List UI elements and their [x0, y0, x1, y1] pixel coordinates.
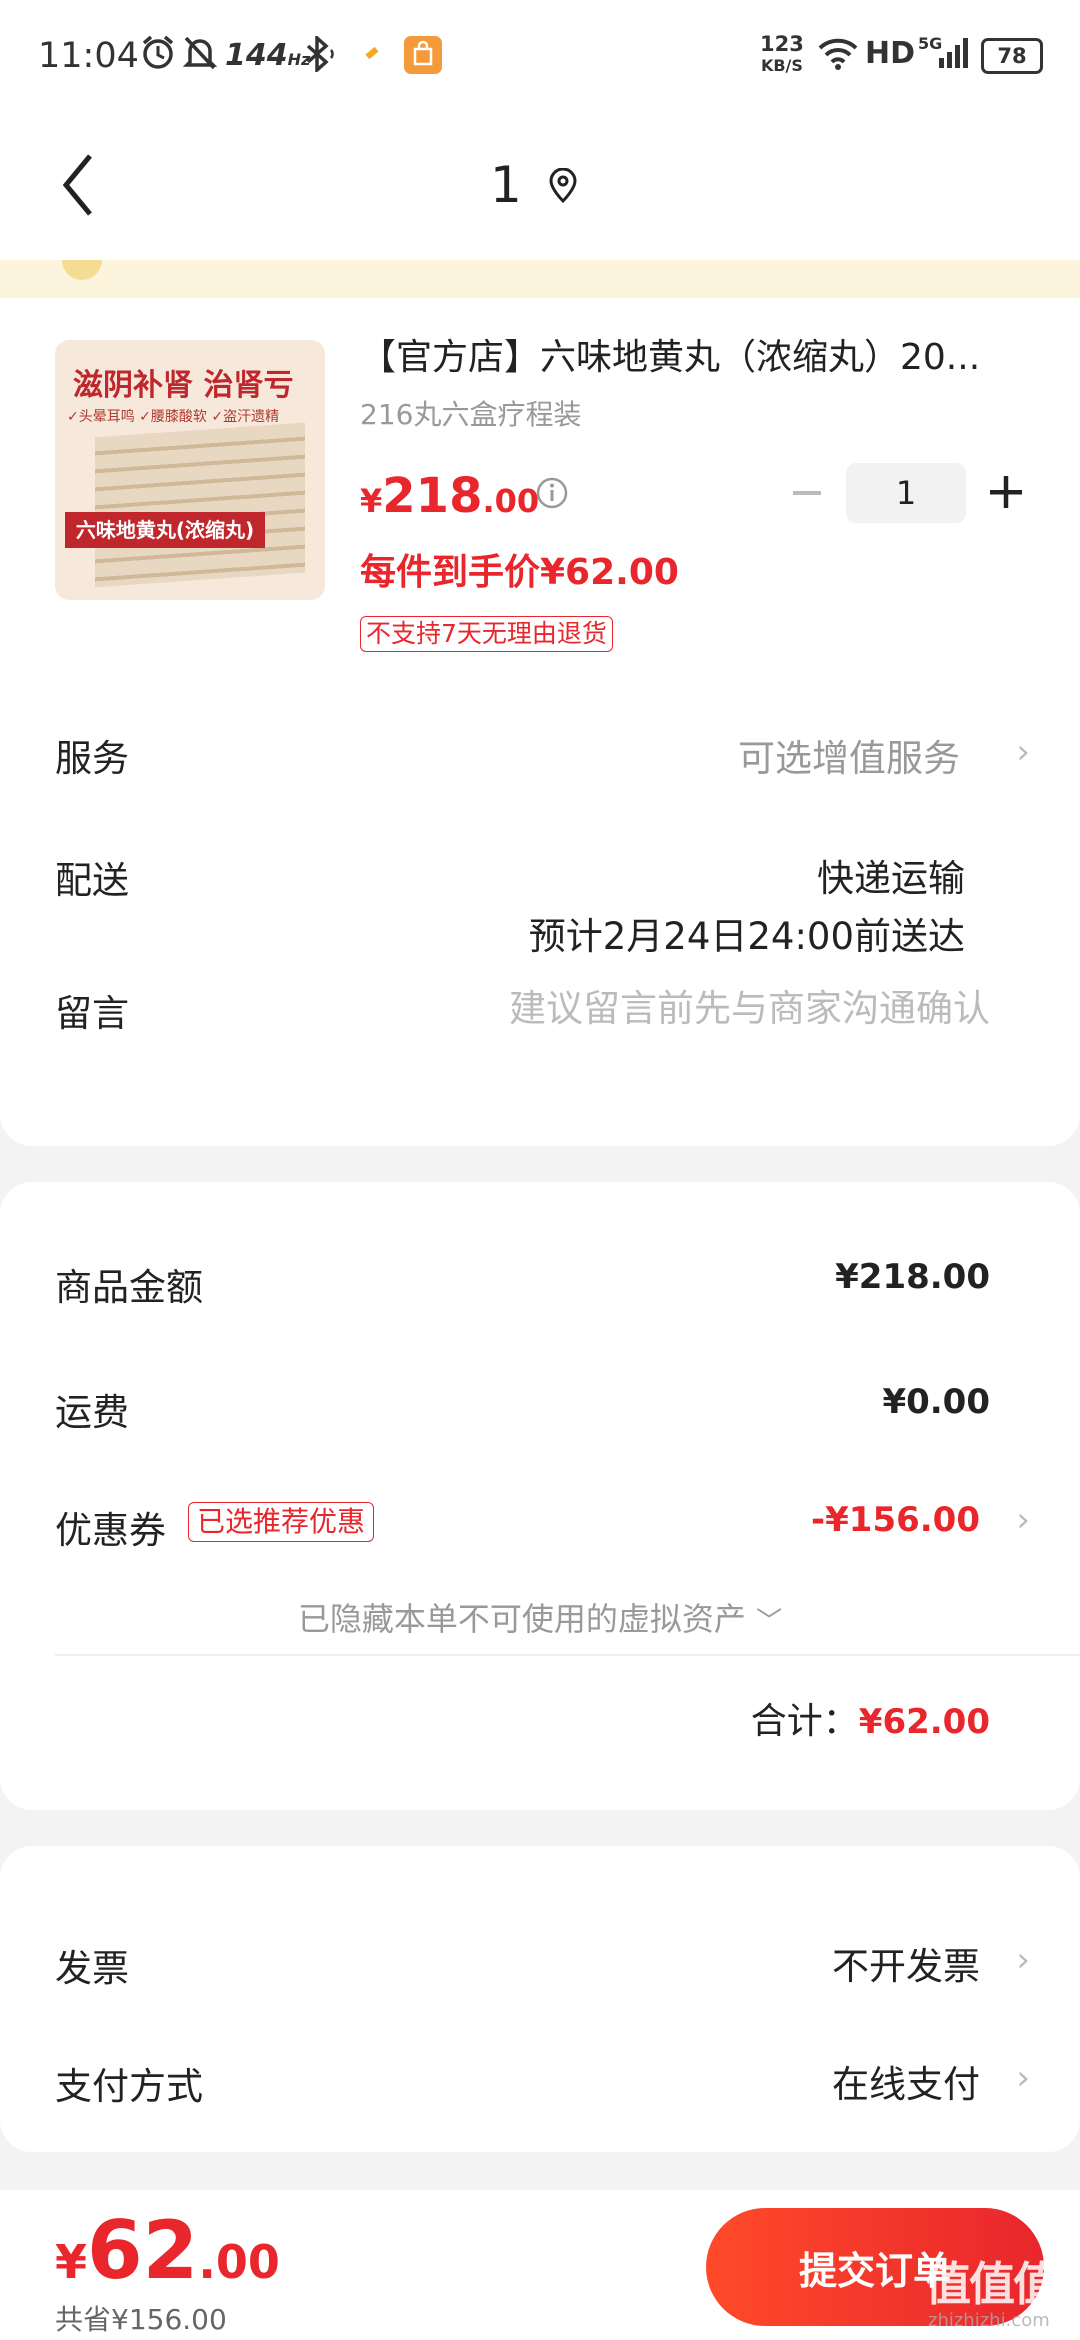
net-speed-unit: KB/S: [760, 56, 803, 75]
bluetooth-icon: [300, 34, 340, 76]
goods-amount-label: 商品金额: [55, 1266, 203, 1309]
coupon-row[interactable]: -¥156.00 ›: [700, 1492, 1040, 1552]
hd-indicator: HD: [865, 36, 916, 71]
medicine-box-stack: [95, 422, 305, 588]
location-pin-icon[interactable]: [547, 167, 579, 208]
payment-method-value: 在线支付: [832, 2063, 980, 2106]
page-header: 1: [0, 110, 1080, 260]
refresh-rate: 144Hz: [225, 38, 310, 73]
coupon-label: 优惠券: [55, 1509, 166, 1552]
price-summary-card: 商品金额 ¥218.00 运费 ¥0.00 优惠券 已选推荐优惠 -¥156.0…: [0, 1182, 1080, 1810]
signal-icon: [938, 36, 972, 74]
price-symbol: ¥: [360, 482, 383, 520]
total-row: 合计：¥62.00: [751, 1692, 990, 1744]
product-image-box-label: 六味地黄丸(浓缩丸): [65, 512, 265, 548]
coupon-badge: 已选推荐优惠: [188, 1502, 375, 1542]
product-price: ¥218.00: [360, 468, 539, 524]
invoice-label: 发票: [55, 1947, 129, 1990]
alarm-icon: [140, 34, 176, 74]
refresh-rate-value: 144: [225, 38, 288, 73]
price-integer: 218: [382, 468, 483, 524]
payment-card: 发票 不开发票 › 支付方式 在线支付 ›: [0, 1846, 1080, 2152]
invoice-value: 不开发票: [832, 1945, 980, 1988]
total-value: ¥62.00: [858, 1702, 990, 1742]
delivery-method: 快递运输: [817, 857, 965, 900]
note-input[interactable]: 建议留言前先与商家沟通确认: [300, 978, 990, 1038]
address-banner[interactable]: [0, 260, 1080, 300]
total-label: 合计：: [750, 1701, 859, 1742]
service-label: 服务: [55, 737, 129, 780]
note-label: 留言: [55, 992, 129, 1035]
service-value: 可选增值服务: [738, 737, 960, 780]
image-tag-1: 头晕耳鸣: [78, 409, 135, 425]
product-spec: 216丸六盒疗程装: [360, 398, 582, 431]
shopping-app-icon: [404, 36, 442, 74]
hidden-assets-label: 已隐藏本单不可使用的虚拟资产: [297, 1600, 746, 1638]
payment-method-row[interactable]: 在线支付 ›: [700, 2050, 1040, 2110]
price-info-icon[interactable]: [535, 476, 569, 514]
mute-bell-icon: [182, 34, 218, 76]
checkout-price-symbol: ¥: [55, 2235, 88, 2289]
service-row[interactable]: 可选增值服务 ›: [600, 726, 1040, 786]
product-image-tags: ✓头晕耳鸣 ✓腰膝酸软 ✓盗汗遗精: [67, 409, 280, 425]
summary-divider: [55, 1654, 1080, 1656]
battery-icon: 78: [981, 38, 1043, 74]
network-speed: 123 KB/S: [760, 34, 804, 76]
page-title: 1: [490, 156, 522, 214]
status-bar: 11:04 144Hz 123 KB/S HD 5G 78: [0, 0, 1080, 110]
coupon-value: -¥156.00: [811, 1500, 980, 1540]
chevron-right-icon: ›: [1016, 1500, 1030, 1540]
image-headline-2: 治肾亏: [203, 368, 294, 403]
unit-price-label: 每件到手价¥62.00: [360, 552, 679, 593]
return-policy-badge: 不支持7天无理由退货: [360, 616, 613, 652]
net-speed-value: 123: [760, 32, 804, 56]
product-title[interactable]: 【官方店】六味地黄丸（浓缩丸）20...: [360, 328, 1040, 380]
chevron-right-icon: ›: [1016, 1940, 1030, 1980]
payment-method-label: 支付方式: [55, 2065, 203, 2108]
banner-decoration: [62, 260, 102, 280]
image-tag-3: 盗汗遗精: [223, 409, 280, 425]
increase-quantity-button[interactable]: [988, 474, 1024, 514]
shipping-label: 运费: [55, 1391, 129, 1434]
invoice-row[interactable]: 不开发票 ›: [700, 1932, 1040, 1992]
watermark-logo: 值值值: [925, 2257, 1059, 2311]
delivery-eta: 预计2月24日24:00前送达: [528, 915, 965, 958]
delivery-label: 配送: [55, 859, 129, 902]
hidden-assets-toggle[interactable]: 已隐藏本单不可使用的虚拟资产 ﹀: [0, 1594, 1080, 1640]
back-button[interactable]: [58, 150, 98, 224]
image-tag-2: 腰膝酸软: [150, 409, 207, 425]
product-image[interactable]: 滋阴补肾 治肾亏 ✓头晕耳鸣 ✓腰膝酸软 ✓盗汗遗精 六味地黄丸(浓缩丸): [55, 340, 325, 600]
wifi-icon: [817, 36, 859, 76]
order-item-card: 滋阴补肾 治肾亏 ✓头晕耳鸣 ✓腰膝酸软 ✓盗汗遗精 六味地黄丸(浓缩丸) 【官…: [0, 298, 1080, 1146]
notification-dot-icon: [365, 46, 379, 60]
checkout-saved: 共省¥156.00: [55, 2303, 227, 2336]
image-headline-1: 滋阴补肾: [73, 368, 193, 403]
chevron-right-icon: ›: [1016, 732, 1030, 772]
shipping-value: ¥0.00: [882, 1382, 990, 1422]
price-decimal: .00: [482, 482, 540, 520]
checkout-total: ¥62.00: [55, 2204, 280, 2297]
status-time: 11:04: [38, 36, 139, 76]
product-image-headline: 滋阴补肾 治肾亏: [73, 360, 293, 404]
chevron-right-icon: ›: [1016, 2058, 1030, 2098]
checkout-price-integer: 62: [87, 2204, 199, 2297]
goods-amount-value: ¥218.00: [835, 1257, 990, 1297]
checkout-price-decimal: .00: [198, 2235, 280, 2289]
quantity-input[interactable]: 1: [846, 463, 966, 523]
watermark-url: zhizhizhi.com: [928, 2310, 1050, 2331]
decrease-quantity-button[interactable]: [790, 476, 824, 514]
chevron-down-icon: ﹀: [756, 1607, 783, 1637]
